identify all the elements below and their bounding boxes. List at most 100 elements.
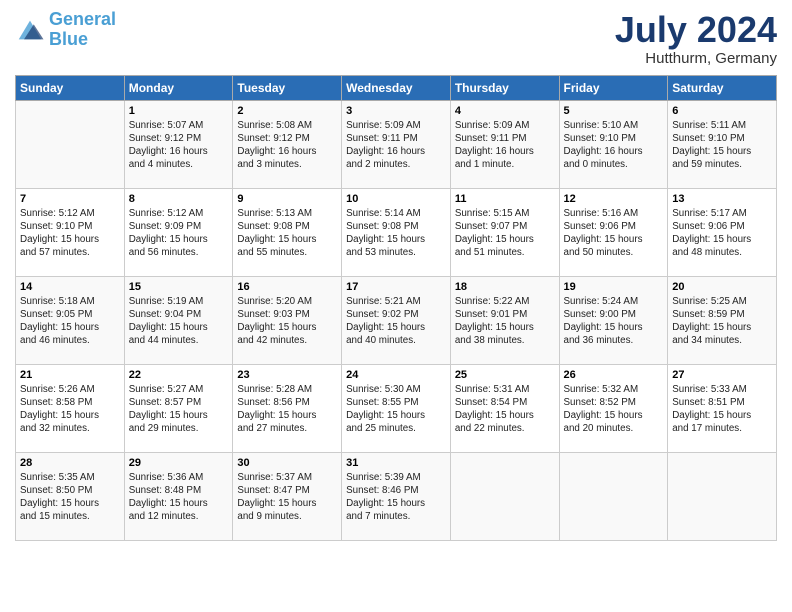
day-info: Sunrise: 5:30 AMSunset: 8:55 PMDaylight:… bbox=[346, 383, 446, 436]
day-info: Sunrise: 5:13 AMSunset: 9:08 PMDaylight:… bbox=[237, 207, 337, 260]
day-info: Sunrise: 5:09 AMSunset: 9:11 PMDaylight:… bbox=[346, 119, 446, 172]
day-number: 14 bbox=[20, 281, 120, 293]
day-info: Sunrise: 5:19 AMSunset: 9:04 PMDaylight:… bbox=[129, 295, 229, 348]
day-number: 2 bbox=[237, 105, 337, 117]
calendar-cell: 31Sunrise: 5:39 AMSunset: 8:46 PMDayligh… bbox=[342, 452, 451, 540]
day-number: 19 bbox=[564, 281, 664, 293]
day-info: Sunrise: 5:37 AMSunset: 8:47 PMDaylight:… bbox=[237, 471, 337, 524]
day-info: Sunrise: 5:32 AMSunset: 8:52 PMDaylight:… bbox=[564, 383, 664, 436]
day-number: 10 bbox=[346, 193, 446, 205]
day-number: 13 bbox=[672, 193, 772, 205]
day-number: 28 bbox=[20, 457, 120, 469]
day-number: 1 bbox=[129, 105, 229, 117]
day-info: Sunrise: 5:24 AMSunset: 9:00 PMDaylight:… bbox=[564, 295, 664, 348]
day-info: Sunrise: 5:09 AMSunset: 9:11 PMDaylight:… bbox=[455, 119, 555, 172]
calendar-cell: 5 Sunrise: 5:10 AMSunset: 9:10 PMDaylight… bbox=[559, 100, 668, 188]
calendar-cell: 10 Sunrise: 5:14 AMSunset: 9:08 PMDayligh… bbox=[342, 188, 451, 276]
calendar-cell: 13 Sunrise: 5:17 AMSunset: 9:06 PMDayligh… bbox=[668, 188, 777, 276]
day-number: 21 bbox=[20, 369, 120, 381]
day-number: 24 bbox=[346, 369, 446, 381]
day-number: 8 bbox=[129, 193, 229, 205]
calendar-cell: 6 Sunrise: 5:11 AMSunset: 9:10 PMDaylight… bbox=[668, 100, 777, 188]
calendar-cell: 19 Sunrise: 5:24 AMSunset: 9:00 PMDayligh… bbox=[559, 276, 668, 364]
day-info: Sunrise: 5:36 AMSunset: 8:48 PMDaylight:… bbox=[129, 471, 229, 524]
calendar-cell: 27 Sunrise: 5:33 AMSunset: 8:51 PMDayligh… bbox=[668, 364, 777, 452]
day-number: 22 bbox=[129, 369, 229, 381]
day-info: Sunrise: 5:08 AMSunset: 9:12 PMDaylight:… bbox=[237, 119, 337, 172]
day-number: 3 bbox=[346, 105, 446, 117]
day-info: Sunrise: 5:17 AMSunset: 9:06 PMDaylight:… bbox=[672, 207, 772, 260]
weekday-header-row: SundayMondayTuesdayWednesdayThursdayFrid… bbox=[16, 75, 777, 100]
day-number: 5 bbox=[564, 105, 664, 117]
day-number: 29 bbox=[129, 457, 229, 469]
calendar-cell: 11Sunrise: 5:15 AMSunset: 9:07 PMDayligh… bbox=[450, 188, 559, 276]
calendar-cell bbox=[559, 452, 668, 540]
calendar-cell: 25 Sunrise: 5:31 AMSunset: 8:54 PMDayligh… bbox=[450, 364, 559, 452]
day-number: 27 bbox=[672, 369, 772, 381]
day-info: Sunrise: 5:14 AMSunset: 9:08 PMDaylight:… bbox=[346, 207, 446, 260]
calendar-cell: 30 Sunrise: 5:37 AMSunset: 8:47 PMDayligh… bbox=[233, 452, 342, 540]
logo-text: General Blue bbox=[49, 10, 116, 50]
day-info: Sunrise: 5:18 AMSunset: 9:05 PMDaylight:… bbox=[20, 295, 120, 348]
calendar-cell: 26 Sunrise: 5:32 AMSunset: 8:52 PMDayligh… bbox=[559, 364, 668, 452]
day-number: 18 bbox=[455, 281, 555, 293]
day-info: Sunrise: 5:22 AMSunset: 9:01 PMDaylight:… bbox=[455, 295, 555, 348]
day-number: 9 bbox=[237, 193, 337, 205]
month-title: July 2024 bbox=[615, 10, 777, 50]
day-info: Sunrise: 5:12 AMSunset: 9:10 PMDaylight:… bbox=[20, 207, 120, 260]
day-number: 7 bbox=[20, 193, 120, 205]
calendar-cell: 29 Sunrise: 5:36 AMSunset: 8:48 PMDayligh… bbox=[124, 452, 233, 540]
day-info: Sunrise: 5:39 AMSunset: 8:46 PMDaylight:… bbox=[346, 471, 446, 524]
logo: General Blue bbox=[15, 10, 116, 50]
calendar-week-row: 7 Sunrise: 5:12 AMSunset: 9:10 PMDaylight… bbox=[16, 188, 777, 276]
weekday-header: Tuesday bbox=[233, 75, 342, 100]
day-number: 6 bbox=[672, 105, 772, 117]
weekday-header: Saturday bbox=[668, 75, 777, 100]
calendar-cell: 15 Sunrise: 5:19 AMSunset: 9:04 PMDayligh… bbox=[124, 276, 233, 364]
day-info: Sunrise: 5:35 AMSunset: 8:50 PMDaylight:… bbox=[20, 471, 120, 524]
calendar-cell: 24 Sunrise: 5:30 AMSunset: 8:55 PMDayligh… bbox=[342, 364, 451, 452]
day-number: 16 bbox=[237, 281, 337, 293]
day-number: 4 bbox=[455, 105, 555, 117]
title-block: July 2024 Hutthurm, Germany bbox=[615, 10, 777, 67]
day-info: Sunrise: 5:21 AMSunset: 9:02 PMDaylight:… bbox=[346, 295, 446, 348]
day-info: Sunrise: 5:11 AMSunset: 9:10 PMDaylight:… bbox=[672, 119, 772, 172]
calendar-week-row: 14 Sunrise: 5:18 AMSunset: 9:05 PMDayligh… bbox=[16, 276, 777, 364]
day-number: 17 bbox=[346, 281, 446, 293]
day-number: 26 bbox=[564, 369, 664, 381]
page-container: General Blue July 2024 Hutthurm, Germany… bbox=[0, 0, 792, 551]
calendar-week-row: 28 Sunrise: 5:35 AMSunset: 8:50 PMDayligh… bbox=[16, 452, 777, 540]
calendar-cell: 23Sunrise: 5:28 AMSunset: 8:56 PMDayligh… bbox=[233, 364, 342, 452]
day-info: Sunrise: 5:31 AMSunset: 8:54 PMDaylight:… bbox=[455, 383, 555, 436]
day-info: Sunrise: 5:27 AMSunset: 8:57 PMDaylight:… bbox=[129, 383, 229, 436]
day-info: Sunrise: 5:16 AMSunset: 9:06 PMDaylight:… bbox=[564, 207, 664, 260]
day-number: 12 bbox=[564, 193, 664, 205]
day-info: Sunrise: 5:25 AMSunset: 8:59 PMDaylight:… bbox=[672, 295, 772, 348]
day-info: Sunrise: 5:33 AMSunset: 8:51 PMDaylight:… bbox=[672, 383, 772, 436]
calendar-cell bbox=[668, 452, 777, 540]
day-info: Sunrise: 5:10 AMSunset: 9:10 PMDaylight:… bbox=[564, 119, 664, 172]
day-number: 11 bbox=[455, 193, 555, 205]
day-number: 15 bbox=[129, 281, 229, 293]
calendar-cell: 7 Sunrise: 5:12 AMSunset: 9:10 PMDaylight… bbox=[16, 188, 125, 276]
calendar-cell bbox=[450, 452, 559, 540]
calendar-cell: 12 Sunrise: 5:16 AMSunset: 9:06 PMDayligh… bbox=[559, 188, 668, 276]
location: Hutthurm, Germany bbox=[615, 50, 777, 67]
calendar-cell: 20Sunrise: 5:25 AMSunset: 8:59 PMDayligh… bbox=[668, 276, 777, 364]
calendar-cell bbox=[16, 100, 125, 188]
calendar-cell: 14 Sunrise: 5:18 AMSunset: 9:05 PMDayligh… bbox=[16, 276, 125, 364]
calendar-cell: 4 Sunrise: 5:09 AMSunset: 9:11 PMDaylight… bbox=[450, 100, 559, 188]
calendar-cell: 2 Sunrise: 5:08 AMSunset: 9:12 PMDaylight… bbox=[233, 100, 342, 188]
day-number: 30 bbox=[237, 457, 337, 469]
calendar-cell: 21Sunrise: 5:26 AMSunset: 8:58 PMDayligh… bbox=[16, 364, 125, 452]
calendar-cell: 8Sunrise: 5:12 AMSunset: 9:09 PMDaylight… bbox=[124, 188, 233, 276]
calendar-cell: 22 Sunrise: 5:27 AMSunset: 8:57 PMDayligh… bbox=[124, 364, 233, 452]
day-number: 25 bbox=[455, 369, 555, 381]
calendar-cell: 1 Sunrise: 5:07 AMSunset: 9:12 PMDaylight… bbox=[124, 100, 233, 188]
day-number: 23 bbox=[237, 369, 337, 381]
header: General Blue July 2024 Hutthurm, Germany bbox=[15, 10, 777, 67]
logo-icon bbox=[15, 15, 45, 45]
calendar-cell: 28 Sunrise: 5:35 AMSunset: 8:50 PMDayligh… bbox=[16, 452, 125, 540]
weekday-header: Friday bbox=[559, 75, 668, 100]
day-info: Sunrise: 5:07 AMSunset: 9:12 PMDaylight:… bbox=[129, 119, 229, 172]
